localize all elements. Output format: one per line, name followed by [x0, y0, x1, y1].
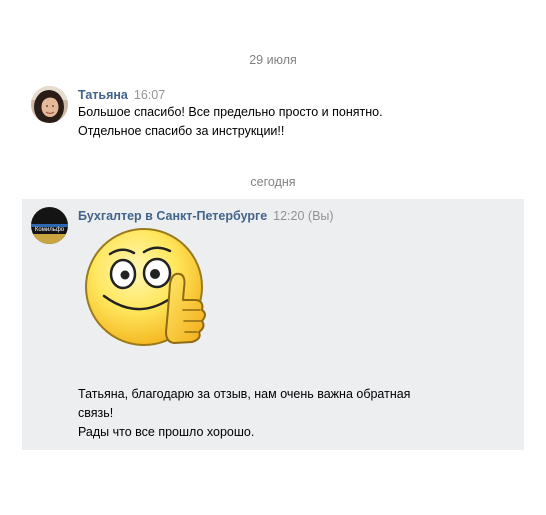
date-separator: 29 июля — [249, 53, 297, 67]
company-logo-text: Комильфо — [35, 227, 65, 233]
author-link[interactable]: Бухгалтер в Санкт-Петербурге — [78, 209, 267, 223]
message-time[interactable]: 16:07 — [134, 88, 165, 102]
message-text: Татьяна, благодарю за отзыв, нам очень в… — [78, 385, 410, 442]
chat-history: { "separators": { "first_date": "29 июля… — [0, 0, 546, 515]
message-text: Большое спасибо! Все предельно просто и … — [78, 103, 383, 141]
message-line: Большое спасибо! Все предельно просто и … — [78, 105, 383, 119]
message-line: Татьяна, благодарю за отзыв, нам очень в… — [78, 387, 411, 401]
message-line: Рады что все прошло хорошо. — [78, 425, 255, 439]
message-header: Бухгалтер в Санкт-Петербурге 12:20 (Вы) — [78, 209, 334, 223]
sticker-icon — [85, 228, 206, 346]
message-own: Комильфо Бухгалтер в Санкт-Петербурге 12:… — [22, 199, 524, 450]
company-logo-icon: Комильфо — [31, 207, 68, 244]
avatar-tatyana[interactable] — [31, 86, 68, 123]
date-separator-today: сегодня — [250, 175, 296, 189]
avatar-company[interactable]: Комильфо — [31, 207, 68, 244]
message-header: Татьяна 16:07 — [78, 88, 165, 102]
user-photo-icon — [31, 86, 68, 123]
message-time[interactable]: 12:20 (Вы) — [273, 209, 333, 223]
author-link[interactable]: Татьяна — [78, 88, 128, 102]
message-tatyana: Татьяна 16:07 Большое спасибо! Все предел… — [22, 86, 524, 146]
thumbs-up-smiley-sticker — [84, 224, 214, 354]
message-line: Отдельное спасибо за инструкции!! — [78, 124, 285, 138]
message-line: связь! — [78, 406, 114, 420]
